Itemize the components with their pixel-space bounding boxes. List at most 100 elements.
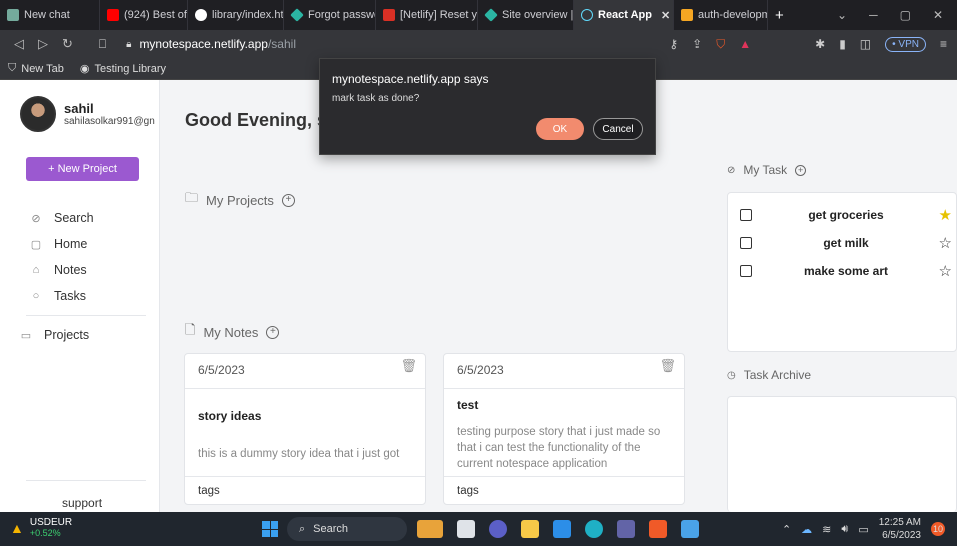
close-icon[interactable]: ✕ bbox=[933, 8, 943, 22]
chatgpt-icon bbox=[7, 9, 19, 21]
task-list: get groceries ★ get milk ☆ make some art… bbox=[727, 192, 957, 352]
task-item: make some art ☆ bbox=[740, 261, 952, 281]
add-task-icon[interactable]: + bbox=[795, 164, 807, 176]
note-body: this is a dummy story idea that i just g… bbox=[198, 448, 400, 460]
search-icon: ⊘ bbox=[31, 212, 41, 225]
note-date: 6/5/2023 bbox=[457, 363, 504, 377]
new-project-button[interactable]: + New Project bbox=[26, 157, 139, 181]
brave-shield-icon[interactable]: ⛉ bbox=[716, 37, 725, 52]
support-link[interactable]: support bbox=[62, 496, 102, 510]
tasks-icon: ○ bbox=[32, 290, 40, 302]
divider bbox=[26, 480, 146, 481]
notes-icon: ⌂ bbox=[32, 264, 40, 276]
star-icon[interactable]: ☆ bbox=[939, 262, 952, 280]
file-explorer-icon[interactable] bbox=[521, 520, 539, 538]
browser-tab[interactable]: auth-developme bbox=[674, 0, 768, 30]
chevron-up-icon[interactable]: ⌃ bbox=[782, 523, 791, 536]
note-card[interactable]: 6/5/2023 🗑︎ story ideas this is a dummy … bbox=[184, 353, 426, 505]
react-icon bbox=[581, 9, 593, 21]
note-card[interactable]: 6/5/2023 🗑︎ test testing purpose story t… bbox=[443, 353, 685, 505]
folder-icon: ▭ bbox=[20, 329, 32, 342]
cancel-button[interactable]: Cancel bbox=[593, 118, 643, 140]
browser-tab[interactable]: Site overview | n bbox=[478, 0, 574, 30]
vpn-button[interactable]: • VPN bbox=[885, 36, 926, 52]
github-icon bbox=[195, 9, 207, 21]
task-archive-header: ◷ Task Archive bbox=[727, 368, 812, 382]
wallet-icon[interactable]: ◫ bbox=[860, 37, 871, 51]
teams-icon[interactable] bbox=[617, 520, 635, 538]
taskbar-apps bbox=[417, 520, 699, 538]
wifi-icon[interactable]: ≋ bbox=[822, 523, 831, 536]
sidebar-item-home[interactable]: ▢ Home bbox=[30, 231, 94, 257]
lock-icon: 🔒︎ bbox=[126, 38, 132, 50]
star-icon[interactable]: ★ bbox=[939, 206, 952, 224]
browser-tab[interactable]: (924) Best of Arij bbox=[100, 0, 188, 30]
task-label: make some art bbox=[803, 264, 889, 278]
dialog-title: mynotespace.netlify.app says bbox=[332, 72, 489, 86]
close-icon[interactable]: ✕ bbox=[661, 9, 670, 22]
task-label: get groceries bbox=[808, 208, 884, 222]
dialog-message: mark task as done? bbox=[332, 93, 420, 104]
sidebar-toggle-icon[interactable]: ▮ bbox=[839, 37, 846, 51]
forward-icon[interactable]: ▷ bbox=[38, 36, 48, 52]
system-tray: ⌃ ☁ ≋ 🔊︎ ▭ 12:25 AM 6/5/2023 10 bbox=[782, 516, 945, 542]
back-icon[interactable]: ◁ bbox=[14, 36, 24, 52]
browser-tab[interactable]: [Netlify] Reset yo bbox=[376, 0, 478, 30]
note-date: 6/5/2023 bbox=[198, 363, 245, 377]
sidebar-item-search[interactable]: ⊘ Search bbox=[30, 205, 93, 231]
taskbar-search[interactable]: ⌕ Search bbox=[287, 517, 407, 541]
vscode-icon[interactable] bbox=[553, 520, 571, 538]
divider bbox=[26, 315, 146, 316]
restore-icon[interactable]: ▢ bbox=[900, 8, 911, 22]
user-profile[interactable]: sahil sahilasolkar991@gn bbox=[20, 96, 156, 132]
note-body: testing purpose story that i just made s… bbox=[457, 426, 661, 470]
brave-rewards-icon[interactable]: ▲ bbox=[739, 37, 751, 51]
widgets-icon[interactable] bbox=[417, 520, 443, 538]
weather-icon[interactable]: ☁ bbox=[801, 523, 812, 536]
divider bbox=[444, 388, 684, 389]
chevron-down-icon[interactable]: ⌄ bbox=[837, 8, 847, 22]
battery-icon[interactable]: ▭ bbox=[858, 523, 868, 536]
minimize-icon[interactable]: ─ bbox=[869, 8, 878, 22]
ok-button[interactable]: OK bbox=[536, 118, 584, 140]
user-name: sahil bbox=[64, 101, 94, 116]
sidebar-item-tasks[interactable]: ○ Tasks bbox=[30, 283, 94, 309]
sidebar-item-projects[interactable]: ▭ Projects bbox=[20, 328, 89, 342]
volume-icon[interactable]: 🔊︎ bbox=[841, 523, 848, 536]
new-tab-button[interactable]: + bbox=[768, 0, 791, 30]
add-note-icon[interactable]: + bbox=[266, 325, 280, 339]
extensions-icon[interactable]: ✱ bbox=[815, 37, 825, 51]
sidebar-item-notes[interactable]: ⌂ Notes bbox=[30, 257, 94, 283]
browser-tab-active[interactable]: React App ✕ bbox=[574, 0, 674, 30]
browser-tab[interactable]: Forgot password bbox=[284, 0, 376, 30]
notification-badge[interactable]: 10 bbox=[931, 522, 945, 536]
youtube-icon bbox=[107, 9, 119, 21]
reload-icon[interactable]: ↻ bbox=[62, 36, 73, 52]
check-circle-icon: ⊘ bbox=[727, 164, 736, 176]
key-icon[interactable]: ⚷ bbox=[669, 37, 678, 51]
greeting-heading: Good Evening, sa bbox=[185, 110, 338, 130]
user-email: sahilasolkar991@gn bbox=[64, 116, 155, 127]
star-icon[interactable]: ☆ bbox=[939, 234, 952, 252]
menu-icon[interactable]: ≡ bbox=[940, 37, 947, 51]
trash-icon[interactable]: 🗑︎ bbox=[400, 358, 417, 374]
task-view-icon[interactable] bbox=[457, 520, 475, 538]
bookmark-testing-library[interactable]: ◉ Testing Library bbox=[79, 62, 166, 76]
trash-icon[interactable]: 🗑︎ bbox=[659, 358, 676, 374]
teams-chat-icon[interactable] bbox=[489, 520, 507, 538]
share-icon[interactable]: ⇪ bbox=[692, 37, 702, 51]
add-project-icon[interactable]: + bbox=[281, 193, 295, 207]
browser-tab[interactable]: library/index.htm bbox=[188, 0, 284, 30]
bookmark-new-tab[interactable]: ⛉ New Tab bbox=[8, 62, 64, 75]
clock[interactable]: 12:25 AM 6/5/2023 bbox=[879, 516, 921, 542]
bookmark-icon[interactable]: ⎕ bbox=[99, 37, 106, 52]
url-field[interactable]: 🔒︎ mynotespace.netlify.app/sahil bbox=[126, 37, 296, 51]
stock-ticker-widget[interactable]: ▲ USDEUR +0.52% bbox=[10, 517, 72, 538]
notepad-icon[interactable] bbox=[681, 520, 699, 538]
windows-start-icon[interactable] bbox=[262, 521, 278, 537]
github-icon: ◉ bbox=[79, 63, 90, 75]
netlify-icon bbox=[484, 8, 498, 22]
browser-tab[interactable]: New chat bbox=[0, 0, 100, 30]
brave-icon[interactable] bbox=[649, 520, 667, 538]
edge-icon[interactable] bbox=[585, 520, 603, 538]
